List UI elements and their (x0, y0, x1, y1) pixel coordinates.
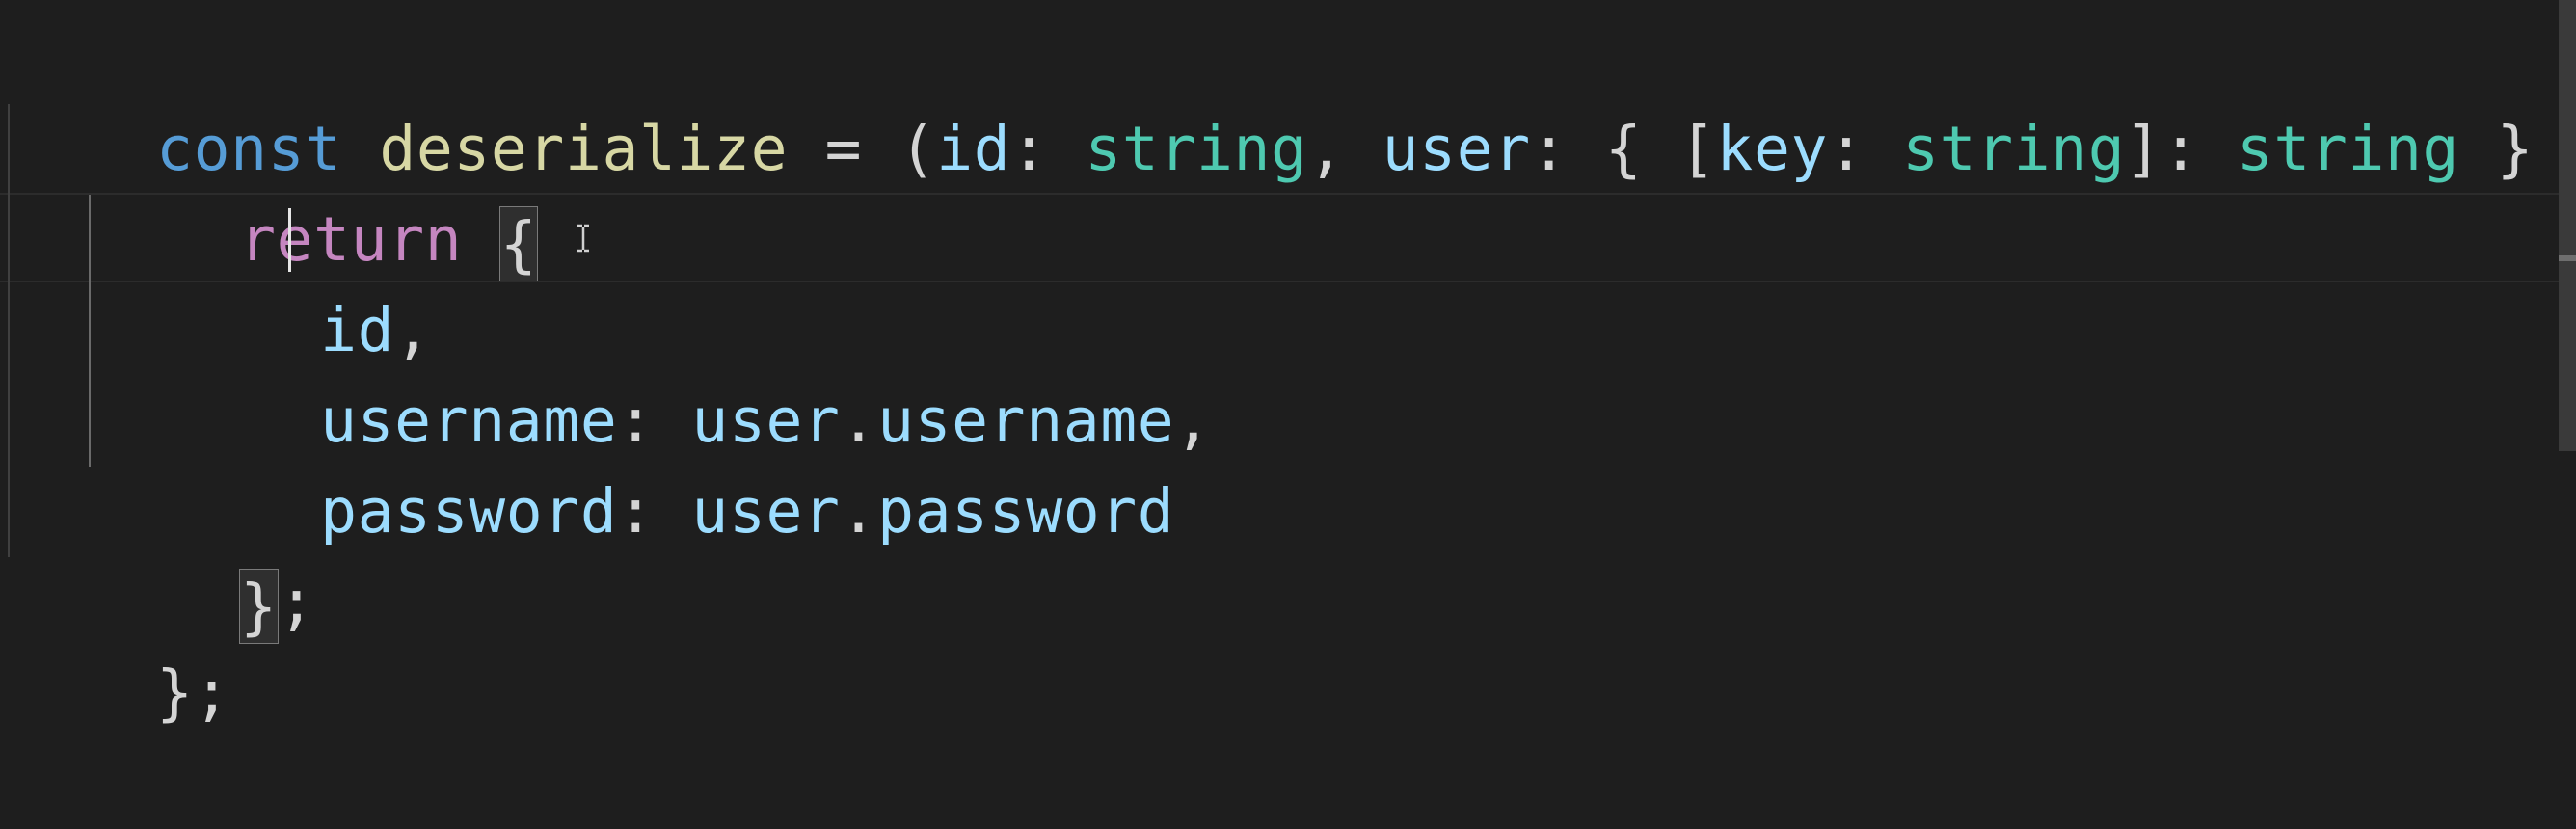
matched-bracket-close: } (239, 568, 279, 644)
code-line-2[interactable]: return { (91, 104, 539, 281)
punctuation: : (1828, 114, 1903, 184)
type-string: string (1902, 114, 2126, 184)
punctuation: , (1307, 114, 1382, 184)
punctuation: , (1174, 386, 1212, 456)
punctuation: . (840, 476, 878, 547)
punctuation: : (1010, 114, 1086, 184)
type-string: string (1085, 114, 1308, 184)
scrollbar-thumb[interactable] (2559, 0, 2576, 451)
param-user: user (1382, 114, 1531, 184)
index-key: key (1716, 114, 1829, 184)
code-line-3[interactable]: id, (172, 195, 432, 365)
code-line-7[interactable]: }; (8, 557, 230, 728)
punctuation: ; (278, 567, 316, 637)
type-string: string (2236, 114, 2460, 184)
property-password: password (320, 476, 618, 547)
vertical-scrollbar[interactable] (2559, 0, 2576, 694)
code-line-1[interactable]: const deserialize = (id: string, user: {… (8, 13, 2534, 184)
code-line-5[interactable]: password: user.password (172, 376, 1174, 547)
punctuation: ]: (2125, 114, 2237, 184)
object-user: user (691, 476, 841, 547)
matched-bracket-open: { (498, 205, 539, 281)
punctuation: }; (156, 657, 231, 728)
punctuation: : (617, 476, 692, 547)
punctuation: : { [ (1530, 114, 1717, 184)
code-editor[interactable]: const deserialize = (id: string, user: {… (0, 0, 2576, 728)
punctuation: = ( (788, 114, 937, 184)
scrollbar-cursor-marker (2559, 255, 2576, 261)
text-caret (288, 208, 291, 272)
code-line-6[interactable]: }; (91, 467, 315, 644)
code-line-4[interactable]: username: user.username, (172, 285, 1212, 456)
param-id: id (936, 114, 1011, 184)
member-password: password (877, 476, 1175, 547)
punctuation: } (2459, 114, 2535, 184)
ibeam-icon (577, 224, 589, 253)
